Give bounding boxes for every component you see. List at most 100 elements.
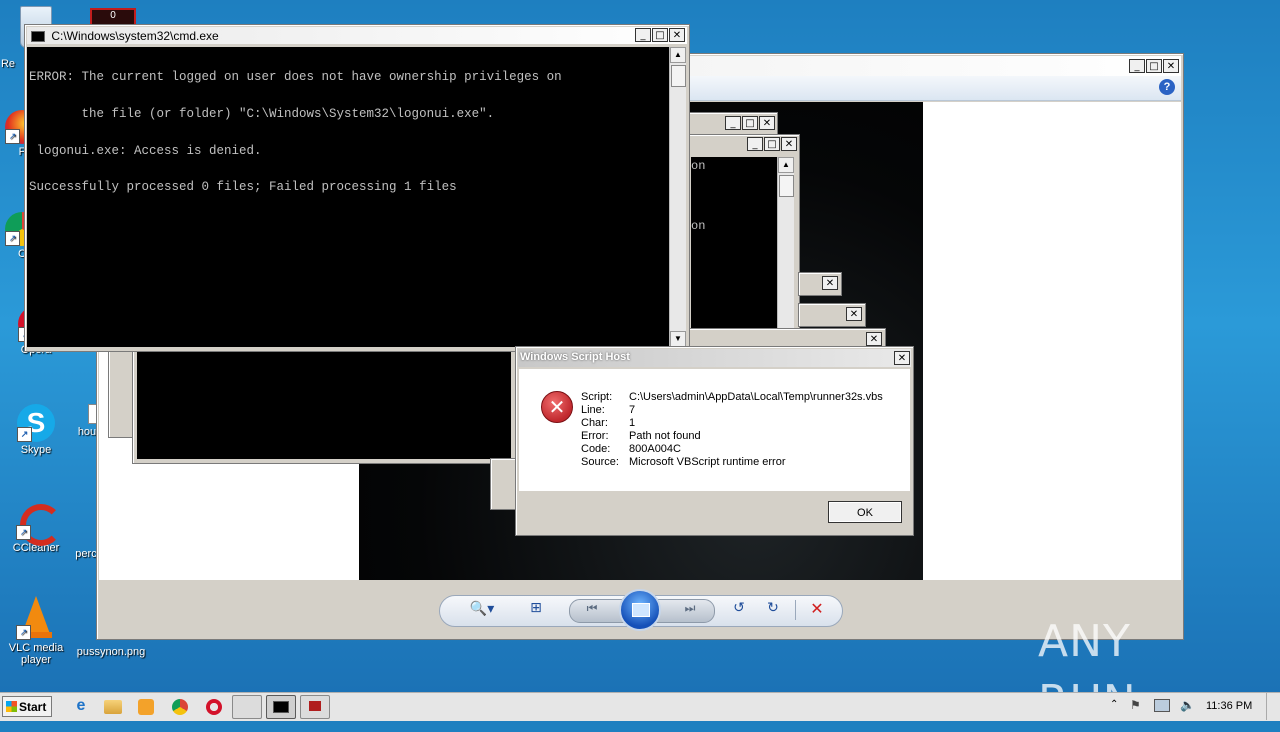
explorer-taskbar-icon[interactable] <box>104 700 122 714</box>
taskbar: Start e ⌃ ⚑ 🔈 11:36 PM <box>0 692 1280 721</box>
cmd-title: C:\Windows\system32\cmd.exe <box>51 29 219 43</box>
cmd-scrollbar[interactable]: ▲ ▼ <box>669 47 686 347</box>
actual-size-icon[interactable]: ⊞ <box>525 600 547 616</box>
wsh-taskbar-icon <box>309 701 321 711</box>
windows-logo-icon <box>6 701 17 712</box>
clock[interactable]: 11:36 PM <box>1206 700 1252 712</box>
console-line: logonui.exe: Access is denied. <box>29 143 262 158</box>
cmd-app-icon <box>31 31 45 43</box>
next-icon[interactable]: ⏭ <box>679 601 701 616</box>
scroll-up-arrow[interactable]: ▲ <box>670 47 686 63</box>
background-window-f[interactable]: ✕ <box>798 272 842 296</box>
detail-key: Char: <box>581 417 608 429</box>
help-icon[interactable]: ? <box>1159 79 1175 95</box>
start-button[interactable]: Start <box>2 696 52 717</box>
desktop-icon-ccleaner[interactable]: ↗ CCleaner <box>4 500 68 554</box>
photo-viewer-toolbar: 🔍▾ ⊞ ⏮ ⏭ ↺ ↻ ✕ <box>99 580 1181 637</box>
dialog-title: Windows Script Host <box>520 351 630 363</box>
background-window-g[interactable]: ✕ <box>798 303 866 327</box>
vlc-icon: ↗ <box>16 596 56 640</box>
detail-value: Path not found <box>629 430 701 442</box>
console-line: Successfully processed 0 files; Failed p… <box>29 180 457 195</box>
detail-key: Code: <box>581 443 611 455</box>
console-line: the file (or folder) "C:\Windows\System3… <box>29 107 495 122</box>
scroll-thumb[interactable] <box>671 65 686 87</box>
background-window-e[interactable]: _ □ ✕ on on ▲ <box>688 134 800 332</box>
red-app-badge: 0 <box>110 10 116 21</box>
close-button[interactable]: ✕ <box>866 332 882 346</box>
error-icon: ✕ <box>541 391 573 423</box>
previous-icon[interactable]: ⏮ <box>581 601 603 616</box>
scroll-up-arrow[interactable]: ▲ <box>778 157 794 173</box>
zoom-icon[interactable]: 🔍▾ <box>467 601 497 617</box>
anyrun-watermark: ANY RUN <box>1038 612 1238 727</box>
detail-key: Line: <box>581 404 605 416</box>
maximize-button[interactable]: □ <box>764 137 780 151</box>
show-hidden-icons-button[interactable]: ⌃ <box>1110 699 1118 710</box>
background-window-b-console <box>137 345 511 459</box>
dialog-titlebar[interactable]: Windows Script Host ✕ <box>518 349 911 367</box>
show-desktop-button[interactable] <box>1266 693 1279 720</box>
maximize-button[interactable]: □ <box>742 116 758 130</box>
detail-value: Microsoft VBScript runtime error <box>629 456 786 468</box>
slideshow-icon <box>632 603 650 617</box>
skype-icon: S ↗ <box>17 404 55 442</box>
minimize-button[interactable]: _ <box>1129 59 1145 73</box>
wsh-taskbar-button[interactable] <box>300 695 330 719</box>
console-fragment-2: on <box>691 219 706 233</box>
desktop-icon-vlc[interactable]: ↗ VLC media player <box>4 596 68 666</box>
minimize-button[interactable]: _ <box>635 28 651 42</box>
volume-icon[interactable]: 🔈 <box>1180 698 1195 712</box>
ccleaner-icon: ↗ <box>16 500 62 546</box>
scroll-down-arrow[interactable]: ▼ <box>670 331 686 347</box>
ie-taskbar-icon[interactable]: e <box>70 697 92 717</box>
start-label: Start <box>19 700 47 714</box>
delete-icon[interactable]: ✕ <box>807 599 827 618</box>
console-line: ERROR: The current logged on user does n… <box>29 70 562 85</box>
network-icon[interactable] <box>1154 699 1170 712</box>
toolbar-divider <box>795 600 796 620</box>
ok-button[interactable]: OK <box>828 501 902 523</box>
scroll-thumb[interactable] <box>779 175 794 197</box>
console-fragment-1: on <box>691 159 706 173</box>
detail-value: C:\Users\admin\AppData\Local\Temp\runner… <box>629 391 883 403</box>
photo-viewer-taskbar-button[interactable] <box>232 695 262 719</box>
flag-icon[interactable]: ⚑ <box>1130 698 1141 712</box>
cmd-console-output[interactable]: ERROR: The current logged on user does n… <box>27 47 669 347</box>
maximize-button[interactable]: □ <box>652 28 668 42</box>
close-button[interactable]: ✕ <box>669 28 685 42</box>
close-button[interactable]: ✕ <box>822 276 838 290</box>
background-window-d[interactable]: _ □ ✕ <box>688 112 778 136</box>
cmd-taskbar-icon <box>273 701 289 713</box>
cmd-window[interactable]: C:\Windows\system32\cmd.exe _ □ ✕ ERROR:… <box>24 24 690 352</box>
rotate-left-icon[interactable]: ↺ <box>729 600 749 616</box>
close-button[interactable]: ✕ <box>781 137 797 151</box>
background-window-e-console: on on <box>691 157 777 329</box>
maximize-button[interactable]: □ <box>1146 59 1162 73</box>
desktop-icon-skype[interactable]: S ↗ Skype <box>4 404 68 456</box>
close-button[interactable]: ✕ <box>759 116 775 130</box>
media-player-taskbar-icon[interactable] <box>138 699 154 715</box>
wsh-error-dialog[interactable]: Windows Script Host ✕ ✕ Script: C:\Users\… <box>515 346 914 536</box>
rotate-right-icon[interactable]: ↻ <box>763 600 783 616</box>
desktop-icon-pussynon[interactable]: pussynon.png <box>74 646 148 658</box>
close-button[interactable]: ✕ <box>1163 59 1179 73</box>
chrome-taskbar-icon[interactable] <box>172 699 188 715</box>
background-window-e-scrollbar[interactable]: ▲ <box>777 157 794 329</box>
minimize-button[interactable]: _ <box>725 116 741 130</box>
cmd-taskbar-button[interactable] <box>266 695 296 719</box>
detail-value: 1 <box>629 417 636 429</box>
detail-key: Source: <box>581 456 619 468</box>
error-details: Script: C:\Users\admin\AppData\Local\Temp… <box>581 391 883 469</box>
opera-taskbar-icon[interactable] <box>206 699 222 715</box>
cmd-titlebar[interactable]: C:\Windows\system32\cmd.exe _ □ ✕ <box>27 27 687 44</box>
detail-key: Script: <box>581 391 613 403</box>
slideshow-button[interactable] <box>619 589 661 631</box>
dialog-body: ✕ Script: C:\Users\admin\AppData\Local\Te… <box>519 369 910 491</box>
background-window-b[interactable] <box>132 340 516 464</box>
minimize-button[interactable]: _ <box>747 137 763 151</box>
close-button[interactable]: ✕ <box>846 307 862 321</box>
detail-key: Error: <box>581 430 609 442</box>
close-button[interactable]: ✕ <box>894 351 910 365</box>
detail-value: 800A004C <box>629 443 681 455</box>
